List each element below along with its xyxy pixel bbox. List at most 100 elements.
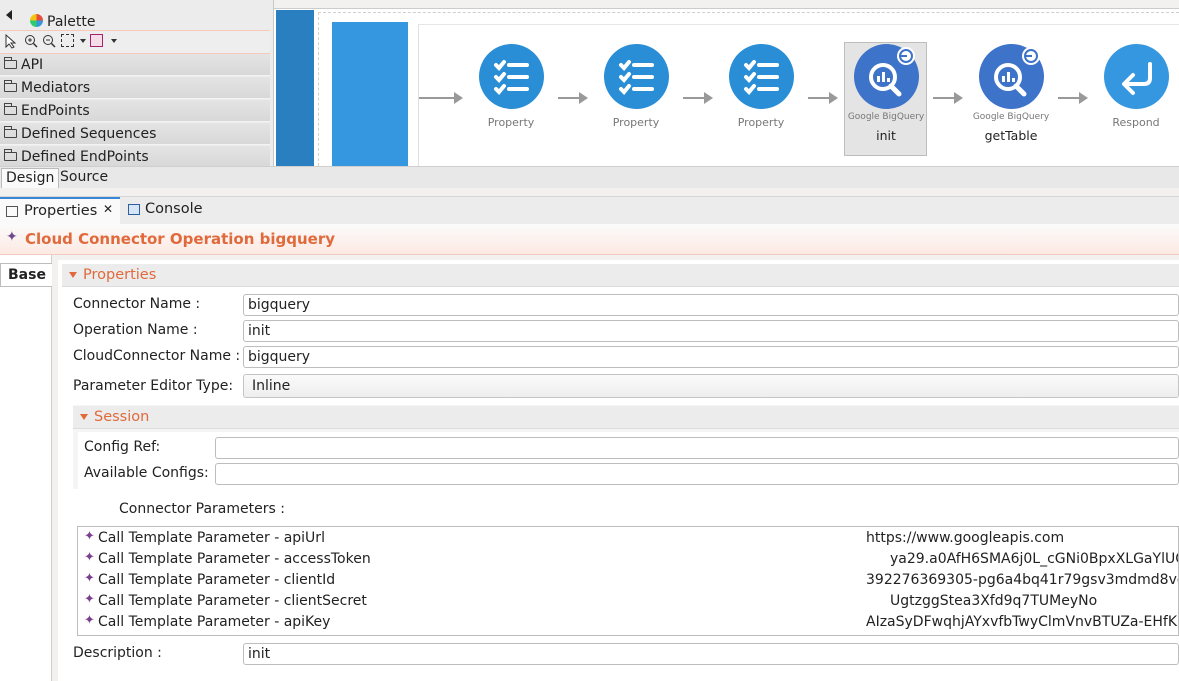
- console-icon: [128, 204, 140, 215]
- parameter-row[interactable]: ✦ Call Template Parameter - apiKey AIzaS…: [78, 612, 1178, 633]
- property-mediator-3[interactable]: Property: [719, 44, 803, 129]
- node-label: Property: [612, 116, 660, 129]
- properties-icon: [6, 206, 18, 217]
- flow-arrow: [419, 92, 463, 104]
- palette-panel: Palette API Mediators EndPoints Defined …: [0, 0, 274, 167]
- palette-icon: [30, 14, 43, 27]
- parameter-value: 392276369305-pg6a4bq41r79gsv3mdmd8vess: [866, 572, 1179, 588]
- drawer-mediators[interactable]: Mediators: [0, 77, 270, 99]
- section-title: Session: [94, 409, 150, 425]
- property-tabs-column: [0, 255, 52, 681]
- config-ref-field[interactable]: [215, 437, 1179, 459]
- property-mediator-1[interactable]: Property: [469, 44, 553, 129]
- parameter-sparkle-icon: ✦: [84, 571, 95, 586]
- flow-arrow: [683, 92, 713, 104]
- collapse-palette-icon[interactable]: [6, 10, 12, 20]
- drawer-label: EndPoints: [21, 103, 90, 119]
- drawer-defined-endpoints[interactable]: Defined EndPoints: [0, 146, 270, 167]
- parameter-value: https://www.googleapis.com: [866, 530, 1065, 546]
- close-icon[interactable]: ✕: [103, 202, 113, 216]
- expand-triangle-icon: [80, 414, 88, 420]
- node-name: getTable: [984, 128, 1038, 143]
- operation-name-field[interactable]: [243, 320, 1179, 342]
- tab-base[interactable]: Base: [0, 263, 52, 287]
- folder-icon: [4, 103, 17, 115]
- node-label: Property: [737, 116, 785, 129]
- bigquery-init-connector[interactable]: Google BigQuery init: [844, 44, 928, 143]
- flow-arrow: [808, 92, 838, 104]
- connector-sparkle-icon: ✦: [6, 229, 18, 245]
- palette-title: Palette: [47, 14, 96, 30]
- connector-parameters-label: Connector Parameters :: [119, 501, 285, 517]
- parameter-editor-type-select[interactable]: Inline: [243, 374, 1179, 398]
- parameter-row[interactable]: ✦ Call Template Parameter - apiUrl https…: [78, 528, 1178, 549]
- in-sequence-start[interactable]: [332, 22, 408, 166]
- tab-console[interactable]: Console: [145, 201, 203, 217]
- folder-icon: [4, 80, 17, 92]
- marquee-tool-icon[interactable]: [61, 34, 74, 47]
- tab-source[interactable]: Source: [56, 168, 112, 187]
- return-arrow-icon: [1103, 44, 1169, 109]
- drawer-endpoints[interactable]: EndPoints: [0, 100, 270, 122]
- description-field[interactable]: [243, 643, 1179, 665]
- editor-tabs: Design Source: [0, 166, 1179, 188]
- drawer-label: Mediators: [21, 80, 91, 96]
- parameter-sparkle-icon: ✦: [84, 613, 95, 628]
- list-check-icon: [478, 44, 544, 109]
- respond-mediator[interactable]: Respond: [1094, 44, 1178, 129]
- tab-properties-label: Properties: [24, 203, 98, 219]
- parameter-row[interactable]: ✦ Call Template Parameter - clientSecret…: [78, 591, 1178, 612]
- node-label: Respond: [1112, 116, 1160, 129]
- parameter-row[interactable]: ✦ Call Template Parameter - clientId 392…: [78, 570, 1179, 591]
- drawer-api[interactable]: API: [0, 54, 270, 76]
- connection-dropdown-icon[interactable]: [111, 39, 117, 43]
- parameter-key: Call Template Parameter - apiKey: [98, 614, 331, 630]
- section-title: Properties: [83, 267, 157, 283]
- section-session-header[interactable]: Session: [73, 406, 1179, 429]
- connector-name-field[interactable]: [243, 294, 1179, 316]
- config-ref-label: Config Ref:: [84, 439, 161, 455]
- folder-icon: [4, 149, 17, 161]
- node-label: Property: [487, 116, 535, 129]
- tab-design[interactable]: Design: [1, 168, 60, 188]
- parameter-key: Call Template Parameter - clientId: [98, 572, 336, 588]
- flow-arrow: [933, 92, 963, 104]
- drawer-label: Defined Sequences: [21, 126, 157, 142]
- api-resource-bar[interactable]: [276, 10, 314, 166]
- marquee-dropdown-icon[interactable]: [80, 39, 86, 43]
- parameter-key: Call Template Parameter - apiUrl: [98, 530, 325, 546]
- parameter-value: UgtzggStea3Xfd9q7TUMeyNo: [890, 593, 1098, 609]
- property-mediator-2[interactable]: Property: [594, 44, 678, 129]
- parameter-row[interactable]: ✦ Call Template Parameter - accessToken …: [78, 549, 1179, 570]
- parameter-key: Call Template Parameter - accessToken: [98, 551, 371, 567]
- parameter-sparkle-icon: ✦: [84, 550, 95, 565]
- cloud-connector-name-field[interactable]: [243, 346, 1179, 368]
- tab-properties[interactable]: Properties ✕: [0, 197, 120, 224]
- connector-parameters-list[interactable]: ✦ Call Template Parameter - apiUrl https…: [77, 526, 1179, 636]
- bigquery-icon: [853, 44, 919, 109]
- list-check-icon: [603, 44, 669, 109]
- node-label: Google BigQuery: [972, 112, 1050, 122]
- bigquery-gettable-connector[interactable]: Google BigQuery getTable: [969, 44, 1053, 143]
- node-label: Google BigQuery: [847, 112, 925, 122]
- flow-arrow: [558, 92, 588, 104]
- zoom-out-icon[interactable]: [42, 34, 56, 48]
- description-label: Description :: [73, 645, 162, 661]
- drawer-defined-sequences[interactable]: Defined Sequences: [0, 123, 270, 145]
- palette-header: Palette: [0, 5, 273, 30]
- available-configs-field[interactable]: [215, 463, 1179, 485]
- drawer-label: API: [21, 57, 44, 73]
- flow-arrow: [1058, 92, 1088, 104]
- zoom-in-icon[interactable]: [24, 34, 38, 48]
- parameter-value: AIzaSyDFwqhjAYxvfbTwyClmVnvBTUZa-EHfK: [866, 614, 1178, 630]
- parameter-value: ya29.a0AfH6SMA6j0L_cGNi0BpxXLGaYlUQ: [890, 551, 1179, 567]
- connector-name-label: Connector Name :: [73, 296, 201, 312]
- available-configs-label: Available Configs:: [84, 465, 209, 481]
- connection-tool-icon[interactable]: [90, 34, 103, 47]
- panel-title: Cloud Connector Operation bigquery: [25, 230, 336, 248]
- select-tool-icon[interactable]: [5, 33, 18, 49]
- section-properties-header[interactable]: Properties: [62, 264, 1179, 287]
- folder-icon: [4, 57, 17, 69]
- properties-title-bar: ✦ Cloud Connector Operation bigquery: [0, 224, 1179, 255]
- operation-name-label: Operation Name :: [73, 322, 198, 338]
